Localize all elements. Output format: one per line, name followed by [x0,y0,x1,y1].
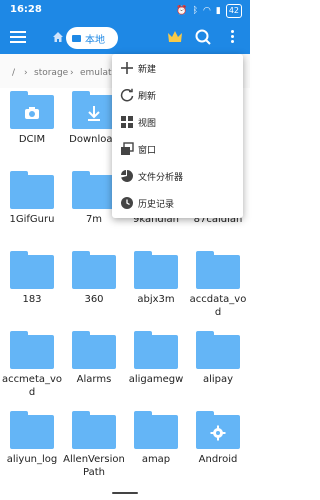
status-time: 16:28 [10,4,42,15]
grid-view-icon [121,116,133,128]
home-icon[interactable] [52,31,64,43]
folder-icon [10,411,54,449]
folder-label: abjx3m [137,294,175,305]
folder-icon [196,411,240,449]
folder-item[interactable]: Alarms [63,328,125,410]
folder-item[interactable]: DCIM [1,88,63,170]
folder-item[interactable]: 1GifGuru [1,168,63,250]
overflow-menu: 新建 刷新 视图 窗口 文件分析器 历史记录 [112,54,243,218]
menu-item-label: 文件分析器 [138,173,184,183]
alarm-icon: ⏰ [176,6,188,16]
pie-chart-icon [121,170,134,182]
folder-icon [196,251,240,289]
menu-item-new[interactable]: 新建 [112,54,243,82]
history-clock-icon [121,197,133,209]
folder-label: aligamegw [128,374,184,385]
status-bar: 16:28 ⏰ ᛒ ◠ ▮ 42 [0,0,250,22]
menu-item-label: 窗口 [138,146,157,156]
status-icons: ⏰ ᛒ ◠ ▮ 42 [176,4,242,18]
folder-icon [134,251,178,289]
menu-item-label: 刷新 [138,92,157,102]
folder-item[interactable]: AllenVersionPath [63,408,125,490]
folder-icon [72,251,116,289]
menu-item-history[interactable]: 历史记录 [112,189,243,217]
folder-label: accmeta_vod [1,374,63,398]
bluetooth-icon: ᛒ [192,6,198,16]
top-bar: 16:28 ⏰ ᛒ ◠ ▮ 42 本地 [0,0,250,54]
more-vertical-icon[interactable] [224,28,240,48]
window-icon [121,142,134,155]
folder-icon [10,251,54,289]
menu-item-refresh[interactable]: 刷新 [112,81,243,109]
menu-item-label: 新建 [138,65,157,75]
folder-icon [72,91,116,129]
folder-icon [10,331,54,369]
hamburger-menu-icon[interactable] [8,28,28,48]
folder-item[interactable]: aligamegw [125,328,187,410]
download-icon [88,106,100,121]
menu-item-label: 历史记录 [138,200,175,210]
plus-icon [121,62,133,74]
wifi-icon: ◠ [203,6,211,16]
breadcrumb-storage[interactable]: storage [34,68,68,78]
folder-icon [72,171,116,209]
folder-icon [72,331,116,369]
folder-icon [134,411,178,449]
folder-item[interactable]: amap [125,408,187,490]
folder-label: AllenVersionPath [63,454,125,478]
folder-label: 183 [22,294,42,305]
location-chip-label: 本地 [85,34,105,46]
folder-icon [10,91,54,129]
breadcrumb-separator: › [70,68,74,78]
menu-item-label: 视图 [138,119,157,129]
folder-icon [196,331,240,369]
folder-item[interactable]: accdata_vod [187,248,249,330]
folder-item[interactable]: Android [187,408,249,490]
folder-item[interactable]: aliyun_log [1,408,63,490]
camera-icon [25,107,39,119]
search-icon[interactable] [194,28,212,46]
refresh-icon [120,88,134,102]
breadcrumb-root[interactable]: / [12,68,15,78]
gesture-bar[interactable] [112,492,138,494]
folder-item[interactable]: abjx3m [125,248,187,330]
location-chip[interactable]: 本地 [66,27,118,49]
folder-icon [10,171,54,209]
folder-item[interactable]: accmeta_vod [1,328,63,410]
folder-label: 360 [84,294,104,305]
folder-label: aliyun_log [6,454,58,465]
folder-label: alipay [202,374,234,385]
folder-label: accdata_vod [189,294,247,318]
app-bar: 本地 [0,22,250,54]
breadcrumb-separator: › [24,68,28,78]
folder-label: Alarms [76,374,112,385]
folder-item[interactable]: alipay [187,328,249,410]
battery-icon: 42 [225,4,242,18]
folder-label: 1GifGuru [9,214,55,225]
folder-label: DCIM [18,134,46,145]
settings-gear-icon [210,425,226,441]
folder-item[interactable]: 183 [1,248,63,330]
folder-item[interactable]: 360 [63,248,125,330]
folder-label: amap [141,454,171,465]
menu-item-view[interactable]: 视图 [112,108,243,136]
folder-label: Android [198,454,238,465]
folder-icon [72,411,116,449]
crown-icon[interactable] [166,28,184,46]
signal-icon: ▮ [215,6,221,16]
menu-item-window[interactable]: 窗口 [112,135,243,163]
folder-icon [134,331,178,369]
storage-icon [72,34,81,42]
menu-item-file-analyzer[interactable]: 文件分析器 [112,162,243,190]
